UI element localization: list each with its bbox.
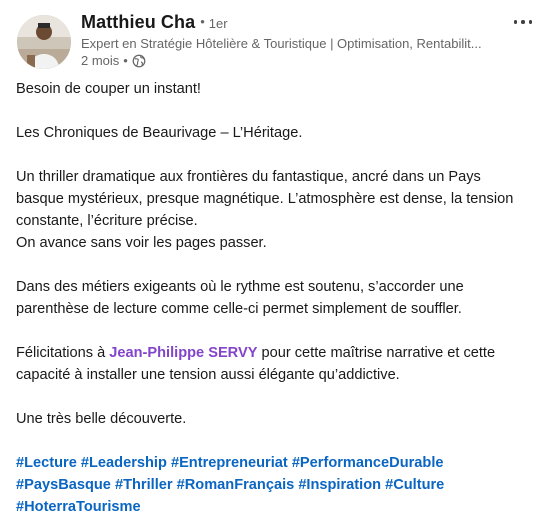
hashtag-line: #HoterraTourisme xyxy=(16,496,536,518)
post-line: parenthèse de lecture comme celle-ci per… xyxy=(16,301,462,317)
post-line: basque mystérieux, presque magnétique. L… xyxy=(16,191,514,207)
post-header: Matthieu Cha • 1er Expert en Stratégie H… xyxy=(0,0,548,78)
more-options-icon-dot xyxy=(528,20,533,24)
more-options-icon xyxy=(513,20,518,24)
post-line: Un thriller dramatique aux frontières du… xyxy=(16,169,481,185)
author-name[interactable]: Matthieu Cha xyxy=(81,12,195,33)
post-body: Besoin de couper un instant! Les Chroniq… xyxy=(16,78,536,430)
mention-link[interactable]: Jean-Philippe SERVY xyxy=(109,345,257,361)
author-headline: Expert en Stratégie Hôtelière & Touristi… xyxy=(81,36,482,51)
hashtag-line: #Lecture #Leadership #Entrepreneuriat #P… xyxy=(16,452,536,474)
hashtag-line: #PaysBasque #Thriller #RomanFrançais #In… xyxy=(16,474,536,496)
author-name-line: Matthieu Cha • 1er xyxy=(81,12,228,33)
globe-icon xyxy=(132,54,146,67)
connection-degree: 1er xyxy=(208,16,228,31)
post-paragraph: Les Chroniques de Beaurivage – L’Héritag… xyxy=(16,125,303,141)
hashtag-link[interactable]: #Inspiration xyxy=(298,477,381,493)
post-line: constante, l’écriture précise. xyxy=(16,213,198,229)
post-paragraph: Besoin de couper un instant! xyxy=(16,81,201,97)
hashtag-link[interactable]: #PerformanceDurable xyxy=(292,455,444,471)
avatar-photo xyxy=(17,15,71,69)
post-line: capacité à installer une tension aussi é… xyxy=(16,367,400,383)
post-card: Matthieu Cha • 1er Expert en Stratégie H… xyxy=(0,0,548,525)
post-line: Félicitations à Jean-Philippe SERVY pour… xyxy=(16,342,536,364)
post-text: Félicitations à xyxy=(16,345,110,361)
post-paragraph: Une très belle découverte. xyxy=(16,411,187,427)
post-meta: 2 mois • xyxy=(81,53,146,68)
post-text: pour cette maîtrise narrative et cette xyxy=(257,345,496,361)
hashtag-link[interactable]: #Leadership xyxy=(81,455,167,471)
hashtag-link[interactable]: #Entrepreneuriat xyxy=(171,455,288,471)
meta-separator: • xyxy=(123,53,128,68)
name-separator: • xyxy=(200,14,205,29)
author-avatar[interactable] xyxy=(17,15,71,69)
hashtag-link[interactable]: #RomanFrançais xyxy=(177,477,295,493)
post-time: 2 mois xyxy=(81,53,120,68)
post-line: On avance sans voir les pages passer. xyxy=(16,235,267,251)
hashtag-link[interactable]: #Culture xyxy=(385,477,444,493)
post-line: Dans des métiers exigeants où le rythme … xyxy=(16,279,464,295)
hashtag-link[interactable]: #Lecture xyxy=(16,455,77,471)
hashtag-link[interactable]: #Thriller xyxy=(115,477,173,493)
hashtag-link[interactable]: #PaysBasque xyxy=(16,477,111,493)
more-options-button[interactable] xyxy=(508,12,538,32)
hashtag-block: #Lecture #Leadership #Entrepreneuriat #P… xyxy=(16,452,536,518)
more-options-icon-dot xyxy=(521,20,525,24)
hashtag-link[interactable]: #HoterraTourisme xyxy=(16,499,141,515)
